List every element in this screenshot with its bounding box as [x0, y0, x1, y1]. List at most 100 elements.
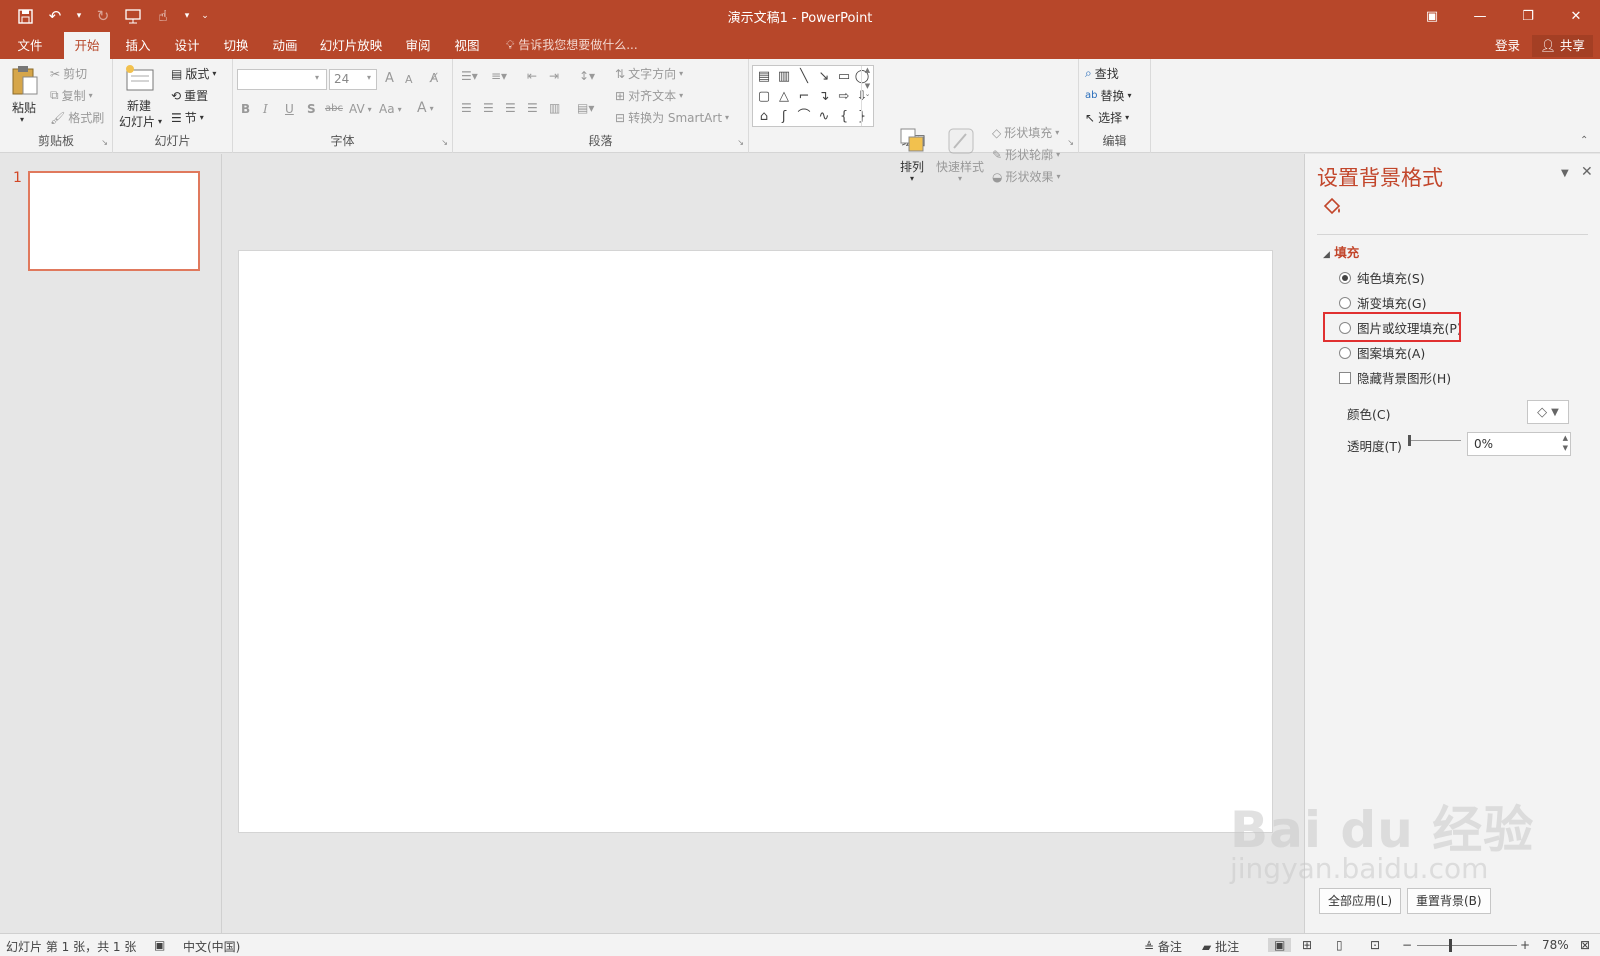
decrease-indent-icon[interactable]: ⇤ [527, 69, 537, 83]
zoom-slider[interactable] [1417, 945, 1517, 946]
tell-me-box[interactable]: 💡︎ 告诉我您想要做什么... [506, 32, 638, 59]
spell-check-icon[interactable]: ▣ [154, 938, 165, 952]
zoom-slider-handle[interactable] [1449, 939, 1452, 952]
color-picker-button[interactable]: ◇ ▼ [1527, 400, 1569, 424]
select-button[interactable]: ↖ 选择 ▾ [1085, 109, 1129, 126]
elbow-arrow-shape-icon[interactable]: ↴ [815, 88, 833, 106]
fill-section-header[interactable]: ◢ 填充 [1323, 242, 1359, 261]
shape-fill-button[interactable]: ◇ 形状填充 ▾ [992, 124, 1059, 141]
align-left-icon[interactable]: ☰ [461, 101, 472, 115]
tab-design[interactable]: 设计 [167, 32, 207, 59]
clipboard-launcher-icon[interactable]: ↘ [101, 138, 108, 147]
paste-icon[interactable] [8, 63, 40, 97]
font-size-dropdown-icon[interactable]: ▾ [367, 73, 371, 82]
align-center-icon[interactable]: ☰ [483, 101, 494, 115]
rectangle-shape-icon[interactable]: ▭ [835, 68, 853, 86]
reading-view-icon[interactable]: ▯ [1336, 938, 1343, 952]
underline-button[interactable]: U [285, 102, 294, 116]
shrink-font-button[interactable]: A [405, 73, 413, 86]
font-color-button[interactable]: A ▾ [417, 100, 434, 116]
pattern-fill-radio[interactable] [1339, 346, 1351, 359]
elbow-connector-shape-icon[interactable]: ⌐ [795, 88, 813, 106]
arrange-icon[interactable] [896, 125, 930, 157]
close-icon[interactable]: ✕ [1552, 0, 1600, 32]
increase-indent-icon[interactable]: ⇥ [549, 69, 559, 83]
right-arrow-shape-icon[interactable]: ⇨ [835, 88, 853, 106]
rounded-rect-shape-icon[interactable]: ▢ [755, 88, 773, 106]
tab-review[interactable]: 审阅 [398, 32, 438, 59]
comments-button[interactable]: ▰ 批注 [1202, 938, 1239, 955]
pane-close-icon[interactable]: ✕ [1581, 164, 1593, 180]
quick-styles-button[interactable]: 快速样式 [936, 158, 984, 175]
strikethrough-button[interactable]: abc [325, 103, 343, 114]
gradient-fill-option[interactable]: 渐变填充(G) [1339, 293, 1426, 312]
new-slide-icon[interactable] [123, 63, 157, 95]
quick-styles-dropdown-icon[interactable]: ▾ [958, 174, 962, 183]
textbox-shape-icon[interactable]: ▤ [755, 68, 773, 86]
columns-icon[interactable]: ▤▾ [577, 101, 594, 115]
minimize-icon[interactable]: — [1456, 0, 1504, 32]
transparency-slider[interactable] [1408, 435, 1461, 446]
reset-background-button[interactable]: 重置背景(B) [1407, 888, 1491, 914]
align-text-button[interactable]: ⊞ 对齐文本 ▾ [615, 87, 683, 104]
notes-button[interactable]: ≜ 备注 [1144, 938, 1182, 955]
new-slide-button[interactable]: 幻灯片 ▾ [119, 113, 162, 130]
copy-button[interactable]: ⧉ 复制 ▾ [50, 87, 93, 104]
tab-animations[interactable]: 动画 [265, 32, 305, 59]
arrow-line-shape-icon[interactable]: ↘ [815, 68, 833, 86]
italic-button[interactable]: I [263, 102, 268, 116]
arc-shape-icon[interactable]: ⌒ [795, 108, 813, 126]
tab-insert[interactable]: 插入 [118, 32, 158, 59]
paste-button[interactable]: 粘贴 [12, 99, 36, 116]
format-painter-button[interactable]: 🖌︎ 格式刷 [50, 109, 104, 126]
numbering-icon[interactable]: ≡▾ [491, 69, 507, 83]
bold-button[interactable]: B [241, 102, 250, 116]
slide-sorter-icon[interactable]: ⊞ [1302, 938, 1312, 952]
font-name-box[interactable] [237, 69, 327, 90]
shapes-scroll[interactable]: ▲ ▼ ⌄ [861, 66, 873, 126]
shapes-gallery[interactable]: ▤ ▥ ╲ ↘ ▭ ◯ ▢ △ ⌐ ↴ ⇨ ⇩ ⌂ ʃ ⌒ ∿ { } ▲ ▼ ⌄ [752, 65, 874, 127]
apply-all-button[interactable]: 全部应用(L) [1319, 888, 1402, 914]
language-indicator[interactable]: 中文(中国) [183, 938, 240, 955]
replace-button[interactable]: ab 替换 ▾ [1085, 87, 1132, 104]
change-case-button[interactable]: Aa ▾ [379, 102, 402, 116]
gradient-fill-radio[interactable] [1339, 296, 1351, 309]
slideshow-view-icon[interactable]: ⊡ [1370, 938, 1380, 952]
tab-slideshow[interactable]: 幻灯片放映 [315, 32, 387, 59]
paragraph-launcher-icon[interactable]: ↘ [737, 138, 744, 147]
text-direction-button[interactable]: ⇅ 文字方向 ▾ [615, 65, 683, 82]
shadow-button[interactable]: S [307, 102, 316, 116]
find-button[interactable]: ⌕ 查找 [1085, 65, 1119, 82]
zoom-level[interactable]: 78% [1542, 938, 1569, 952]
transparency-input[interactable]: 0% ▲ ▼ [1467, 432, 1571, 456]
restore-icon[interactable]: ❐ [1504, 0, 1552, 32]
hide-bg-graphics-checkbox[interactable] [1339, 371, 1351, 384]
smartart-button[interactable]: ⊟ 转换为 SmartArt ▾ [615, 109, 729, 126]
normal-view-icon[interactable]: ▣ [1268, 938, 1292, 952]
line-spacing-icon[interactable]: ↕▾ [579, 69, 595, 83]
vertical-textbox-shape-icon[interactable]: ▥ [775, 68, 793, 86]
solid-fill-option[interactable]: 纯色填充(S) [1339, 268, 1425, 287]
pattern-fill-option[interactable]: 图案填充(A) [1339, 343, 1425, 362]
quick-styles-icon[interactable] [944, 125, 978, 157]
new-slide-label-1[interactable]: 新建 [127, 97, 151, 114]
slide-canvas[interactable] [238, 250, 1273, 833]
clear-format-icon[interactable]: A̸ [430, 71, 438, 85]
char-spacing-button[interactable]: AV ▾ [349, 102, 372, 116]
left-brace-shape-icon[interactable]: { [835, 108, 853, 126]
distributed-icon[interactable]: ▥ [549, 101, 560, 115]
ribbon-display-icon[interactable]: ▣ [1408, 0, 1456, 32]
scribble-shape-icon[interactable]: ʃ [775, 108, 793, 126]
tab-transitions[interactable]: 切换 [216, 32, 256, 59]
solid-fill-radio[interactable] [1339, 271, 1351, 284]
drawing-launcher-icon[interactable]: ↘ [1067, 138, 1074, 147]
hide-bg-graphics-option[interactable]: 隐藏背景图形(H) [1339, 368, 1451, 387]
bullets-icon[interactable]: ☰▾ [461, 69, 478, 83]
login-link[interactable]: 登录 [1495, 32, 1520, 59]
shape-effects-button[interactable]: ◒ 形状效果 ▾ [992, 168, 1061, 185]
font-launcher-icon[interactable]: ↘ [441, 138, 448, 147]
spin-arrows-icon[interactable]: ▲ ▼ [1563, 433, 1568, 453]
slide-thumbnail[interactable] [28, 171, 200, 271]
fill-bucket-icon[interactable] [1321, 196, 1343, 221]
freeform-shape-icon[interactable]: ⌂ [755, 108, 773, 126]
